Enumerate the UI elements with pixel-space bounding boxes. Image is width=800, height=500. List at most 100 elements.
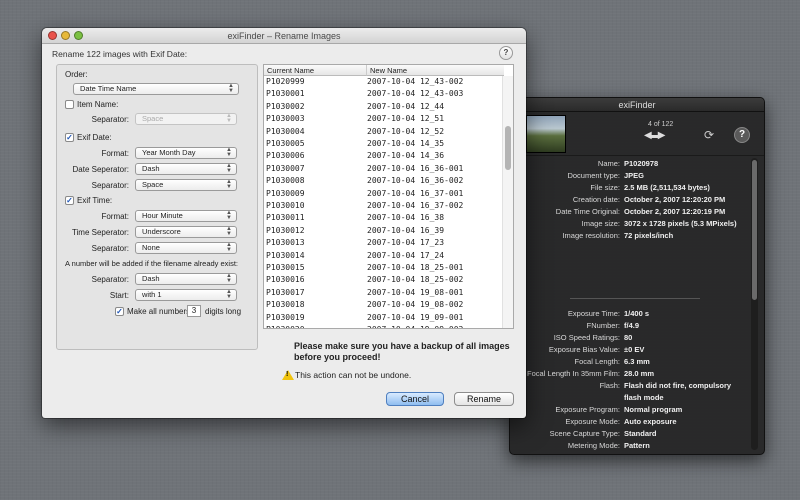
table-row[interactable]: P1030015 2007-10-04 18_25-001 — [264, 262, 502, 274]
table-row[interactable]: P1030017 2007-10-04 19_08-001 — [264, 287, 502, 299]
exif-time-checkbox[interactable]: ✓ — [65, 196, 74, 205]
info-row: flash mode — [510, 392, 750, 404]
table-row[interactable]: P1030020 2007-10-04 19_09-002 — [264, 324, 502, 328]
info-row: Exposure Program: Normal program — [510, 404, 750, 416]
info-row: FNumber: f/4.9 — [510, 320, 750, 332]
info-row: Exposure Time: 1/400 s — [510, 308, 750, 320]
date-seperator-label: Date Seperator: — [72, 165, 129, 174]
make-all-numbers-checkbox[interactable]: ✓ — [115, 307, 124, 316]
column-header-new[interactable]: New Name — [367, 65, 504, 76]
time-separator-select[interactable]: None ▲ ▼ — [135, 242, 237, 254]
zoom-icon[interactable] — [74, 31, 83, 40]
date-separator-select[interactable]: Space ▲ ▼ — [135, 179, 237, 191]
new-name-cell: 2007-10-04 16_36-001 — [367, 163, 464, 173]
start-select[interactable]: with 1 ▲ ▼ — [135, 289, 237, 301]
info-value: Pattern — [624, 441, 650, 450]
prev-next-arrows-icon[interactable]: ◀▬▶ — [644, 130, 665, 141]
table-row[interactable]: P1030016 2007-10-04 18_25-002 — [264, 274, 502, 286]
date-seperator-value: Dash — [142, 164, 160, 173]
image-thumbnail[interactable] — [526, 115, 566, 153]
table-row[interactable]: P1030001 2007-10-04 12_43-003 — [264, 88, 502, 100]
info-row: Scene Capture Type: Standard — [510, 428, 750, 440]
select-arrows-icon: ▲ ▼ — [228, 83, 234, 94]
exif-date-checkbox[interactable]: ✓ — [65, 133, 74, 142]
info-value: ±0 EV — [624, 345, 645, 354]
start-value: with 1 — [142, 290, 162, 299]
column-header-current[interactable]: Current Name — [264, 65, 367, 76]
table-row[interactable]: P1030002 2007-10-04 12_44 — [264, 101, 502, 113]
info-value: Standard — [624, 429, 657, 438]
current-name-cell: P1030006 — [266, 151, 305, 161]
current-name-cell: P1030012 — [266, 225, 305, 235]
current-name-cell: P1030011 — [266, 213, 305, 223]
date-format-label: Format: — [101, 149, 129, 158]
new-name-cell: 2007-10-04 19_09-001 — [367, 312, 464, 322]
title-bar[interactable]: exiFinder – Rename Images — [42, 28, 526, 44]
table-row[interactable]: P1030003 2007-10-04 12_51 — [264, 113, 502, 125]
current-name-cell: P1030014 — [266, 250, 305, 260]
minimize-icon[interactable] — [61, 31, 70, 40]
info-row: White Balance: Manual white balance — [510, 452, 750, 454]
new-name-cell: 2007-10-04 12_52 — [367, 126, 445, 136]
rename-preview-table[interactable]: Current Name New Name P1020999 2007-10-04… — [263, 64, 514, 329]
rename-button[interactable]: Rename — [454, 392, 514, 406]
info-label: FNumber: — [586, 321, 620, 330]
table-scrollbar[interactable] — [502, 76, 513, 328]
table-row[interactable]: P1030014 2007-10-04 17_24 — [264, 250, 502, 262]
table-row[interactable]: P1030012 2007-10-04 16_39 — [264, 225, 502, 237]
number-separator-value: Dash — [142, 274, 160, 283]
table-row[interactable]: P1030004 2007-10-04 12_52 — [264, 126, 502, 138]
table-row[interactable]: P1030013 2007-10-04 17_23 — [264, 237, 502, 249]
current-name-cell: P1030003 — [266, 114, 305, 124]
order-value: Date Time Name — [80, 84, 137, 93]
info-row: Exposure Bias Value: ±0 EV — [510, 344, 750, 356]
close-icon[interactable] — [48, 31, 57, 40]
item-name-label: Item Name: — [77, 100, 119, 109]
time-format-value: Hour Minute — [142, 211, 183, 220]
item-name-checkbox[interactable] — [65, 100, 74, 109]
order-select[interactable]: Date Time Name ▲ ▼ — [73, 83, 239, 95]
digits-input[interactable]: 3 — [187, 305, 201, 317]
info-label: Date Time Original: — [555, 207, 620, 216]
table-row[interactable]: P1030007 2007-10-04 16_36-001 — [264, 163, 502, 175]
item-separator-value: Space — [142, 114, 164, 123]
help-button[interactable]: ? — [499, 46, 513, 60]
table-row[interactable]: P1030008 2007-10-04 16_36-002 — [264, 175, 502, 187]
info-value: Manual white balance — [624, 452, 701, 454]
new-name-cell: 2007-10-04 16_38 — [367, 213, 445, 223]
info-label: Exposure Bias Value: — [548, 345, 620, 354]
table-row[interactable]: P1030010 2007-10-04 16_37-002 — [264, 200, 502, 212]
table-row[interactable]: P1030019 2007-10-04 19_09-001 — [264, 312, 502, 324]
time-format-select[interactable]: Hour Minute ▲ ▼ — [135, 210, 237, 222]
item-separator-select[interactable]: Space ▲ ▼ — [135, 113, 237, 125]
current-name-cell: P1030009 — [266, 188, 305, 198]
cancel-button[interactable]: Cancel — [386, 392, 444, 406]
refresh-icon[interactable]: ⟳ — [704, 128, 714, 142]
info-value: 3072 x 1728 pixels (5.3 MPixels) — [624, 219, 737, 228]
info-label: Document type: — [567, 171, 620, 180]
info-scroll-thumb[interactable] — [752, 160, 757, 300]
date-seperator-select[interactable]: Dash ▲ ▼ — [135, 163, 237, 175]
info-panel-scrollbar[interactable] — [751, 158, 758, 450]
hud-help-button[interactable]: ? — [734, 127, 750, 143]
date-separator-label: Separator: — [91, 181, 129, 190]
date-format-select[interactable]: Year Month Day ▲ ▼ — [135, 147, 237, 159]
table-row[interactable]: P1030006 2007-10-04 14_36 — [264, 150, 502, 162]
info-value: flash mode — [624, 393, 664, 402]
time-separator-value: None — [142, 243, 160, 252]
table-row[interactable]: P1020999 2007-10-04 12_43-002 — [264, 76, 502, 88]
current-name-cell: P1030002 — [266, 101, 305, 111]
current-name-cell: P1030013 — [266, 238, 305, 248]
table-row[interactable]: P1030009 2007-10-04 16_37-001 — [264, 188, 502, 200]
info-divider — [570, 298, 700, 299]
table-row[interactable]: P1030011 2007-10-04 16_38 — [264, 212, 502, 224]
number-separator-select[interactable]: Dash ▲ ▼ — [135, 273, 237, 285]
table-row[interactable]: P1030005 2007-10-04 14_35 — [264, 138, 502, 150]
table-scroll-thumb[interactable] — [505, 126, 511, 170]
time-seperator-select[interactable]: Underscore ▲ ▼ — [135, 226, 237, 238]
new-name-cell: 2007-10-04 14_36 — [367, 151, 445, 161]
table-row[interactable]: P1030018 2007-10-04 19_08-002 — [264, 299, 502, 311]
info-label: White Balance: — [570, 452, 620, 454]
info-label: Image size: — [581, 219, 620, 228]
current-name-cell: P1030017 — [266, 287, 305, 297]
